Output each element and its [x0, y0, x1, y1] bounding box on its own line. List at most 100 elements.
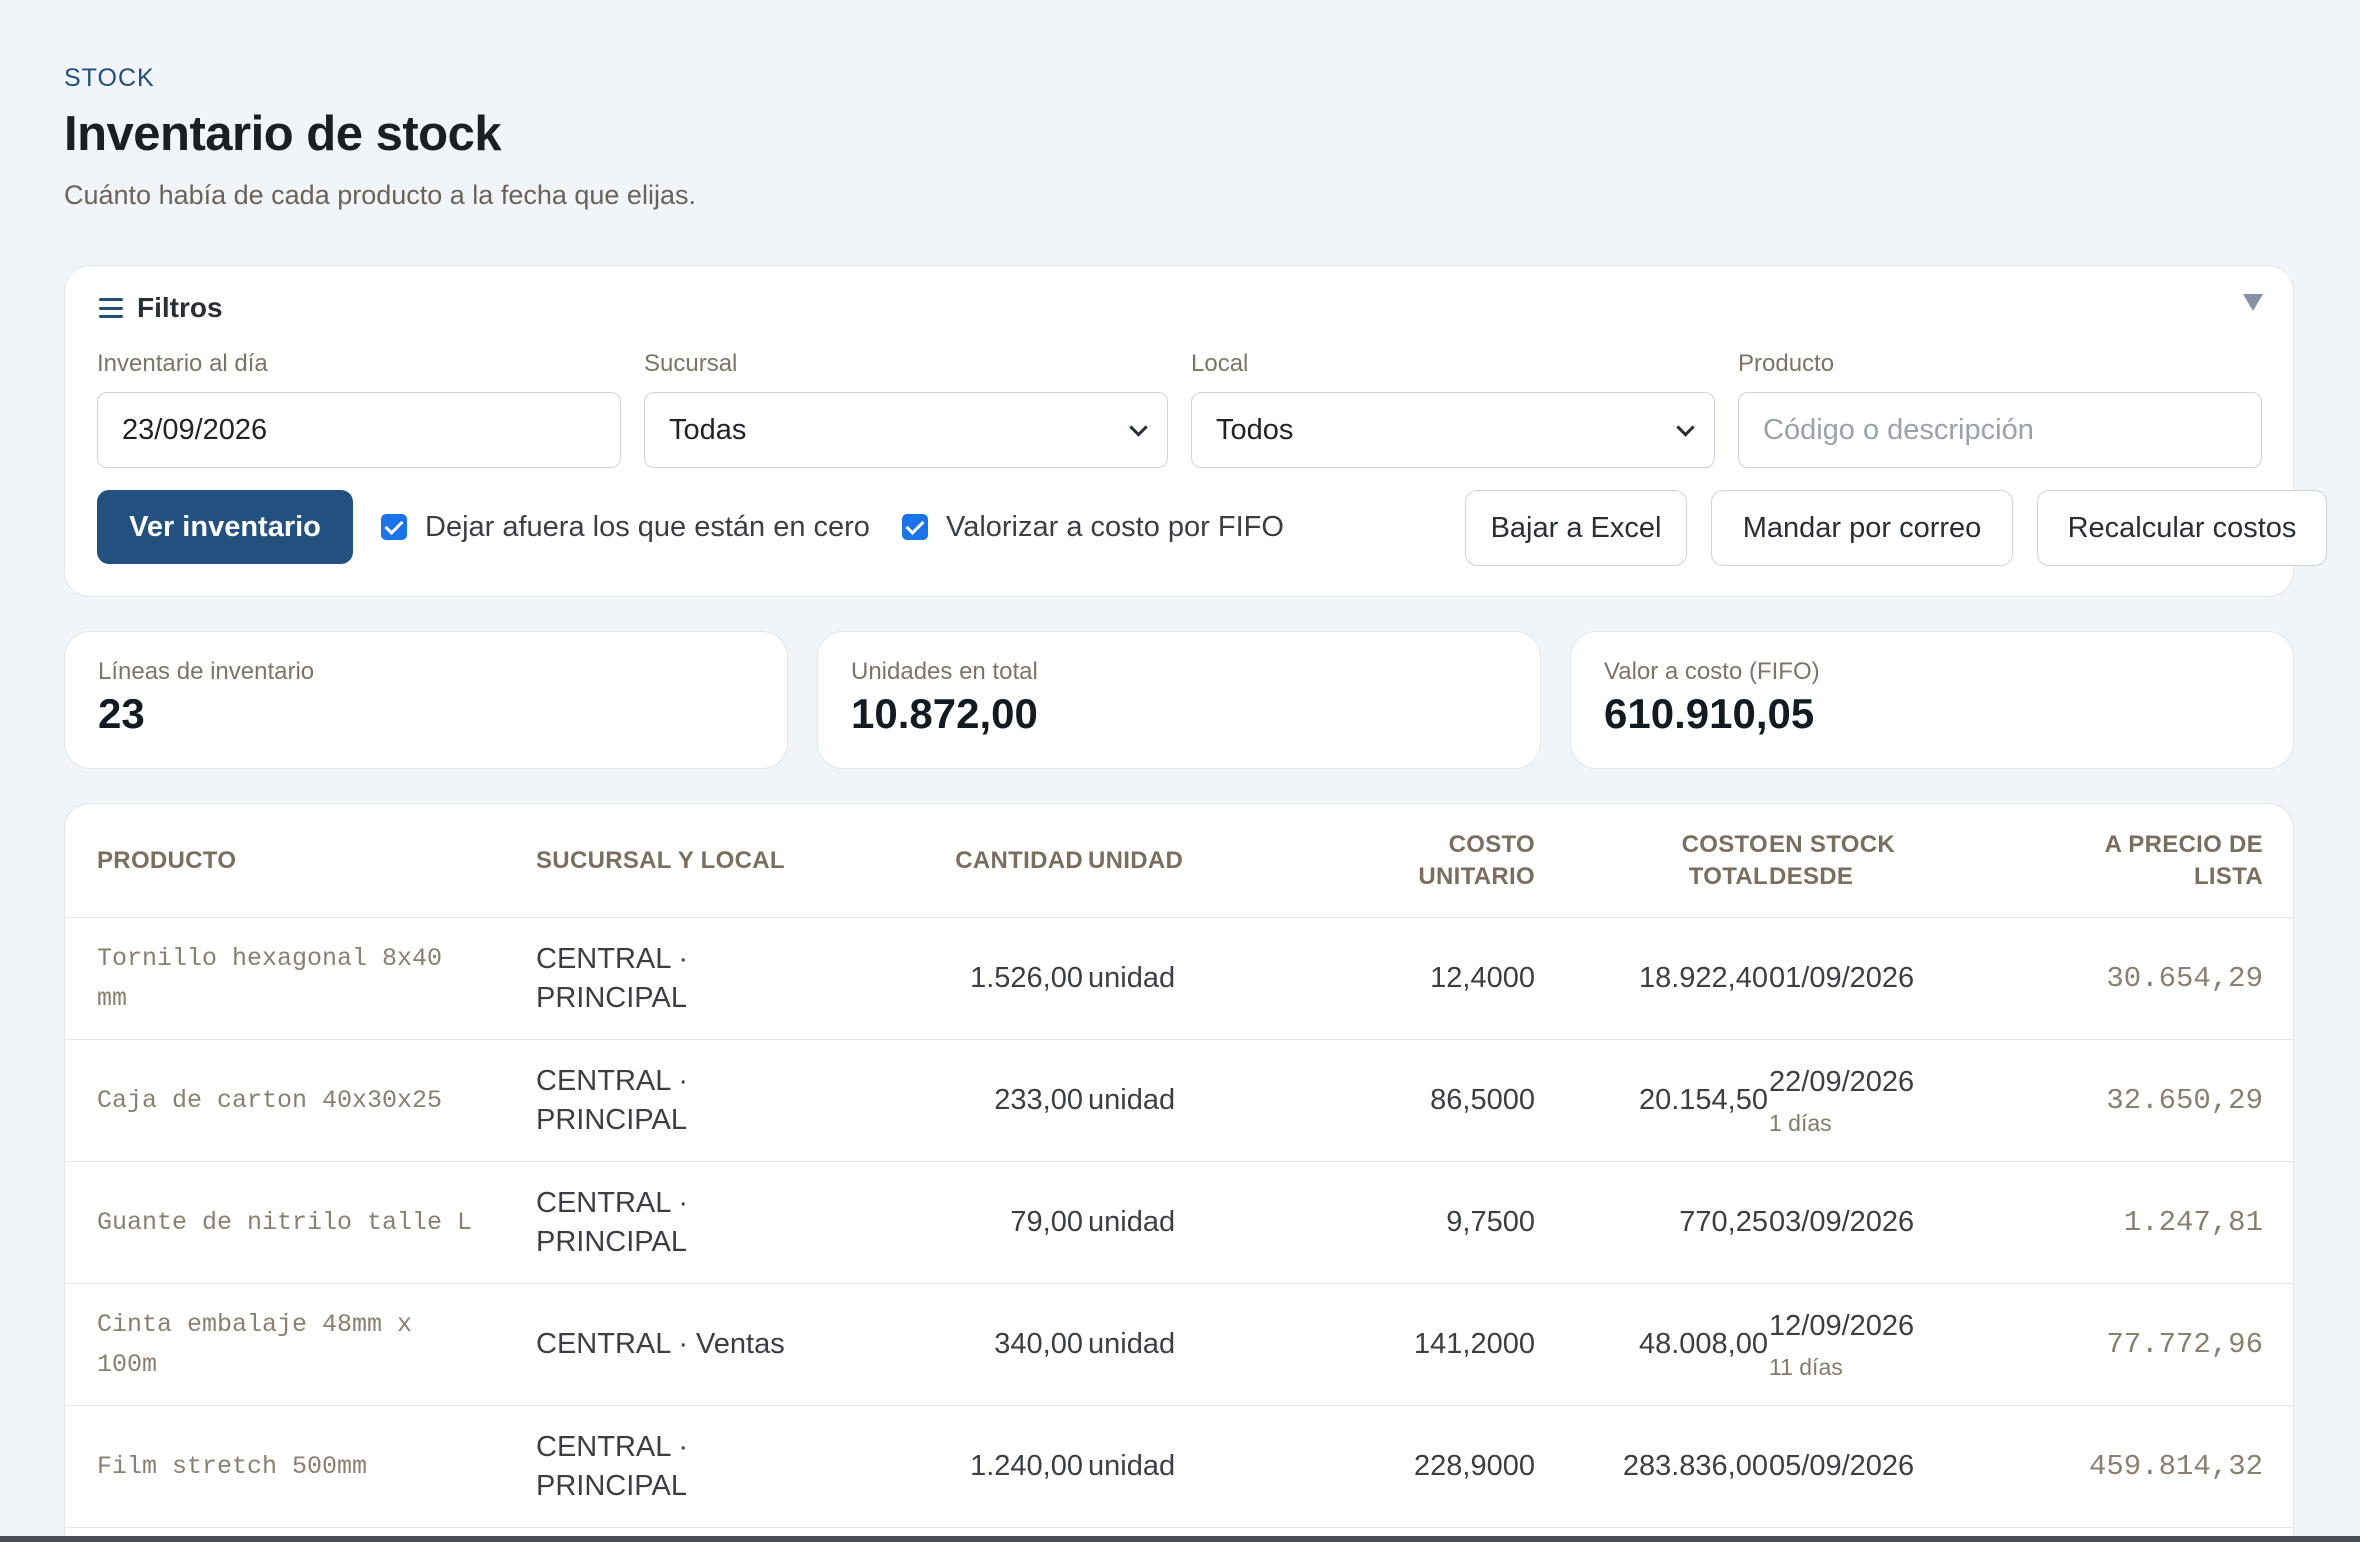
cell-quantity: 79,00	[1010, 1206, 1083, 1239]
cell-unit: unidad	[1088, 1206, 1176, 1239]
cell-list-price: 1.247,81	[2123, 1206, 2263, 1240]
stat-value-value: 610.910,05	[1604, 690, 1815, 737]
view-inventory-button[interactable]: Ver inventario	[97, 490, 353, 564]
cell-unit-cost: 12,4000	[1430, 962, 1535, 995]
stat-value-label: Valor a costo (FIFO)	[1604, 658, 1820, 685]
cell-branch-location: CENTRAL · PRINCIPAL	[536, 1430, 688, 1502]
col-header-branch-location[interactable]: SUCURSAL Y LOCAL	[536, 804, 836, 918]
col-header-list-price[interactable]: A PRECIO DE LISTA	[2035, 804, 2263, 918]
cell-list-price: 32.650,29	[2106, 1084, 2263, 1118]
col-header-in-stock-since[interactable]: EN STOCK DESDE	[1769, 804, 2029, 918]
cell-product: Cinta embalaje 48mm x 100m	[97, 1310, 413, 1379]
table-row[interactable]: Film stretch 500mm CENTRAL · PRINCIPAL 1.2…	[65, 1406, 2293, 1528]
location-select-value: Todos	[1216, 413, 1294, 446]
cell-product: Caja de carton 40x30x25	[97, 1086, 443, 1115]
cell-product: Guante de nitrilo talle L	[97, 1208, 473, 1237]
stat-card-lines: Líneas de inventario 23	[64, 631, 788, 769]
col-header-quantity[interactable]: CANTIDAD	[825, 804, 1083, 918]
cell-total-cost: 48.008,00	[1638, 1328, 1768, 1361]
col-header-unit[interactable]: UNIDAD	[1088, 804, 1268, 918]
cell-since-days: 11 días	[1769, 1354, 1843, 1381]
branch-select-value: Todas	[669, 413, 747, 446]
cell-product: Film stretch 500mm	[97, 1452, 368, 1481]
cell-in-stock-since: 22/09/2026 1 días	[1769, 1040, 2029, 1162]
cell-in-stock-since: 05/09/2026	[1769, 1406, 2029, 1528]
cell-since-days: 1 días	[1769, 1110, 1832, 1137]
product-field-label: Producto	[1738, 350, 1835, 377]
fifo-checkbox[interactable]	[902, 514, 928, 540]
page-subtitle: Cuánto había de cada producto a la fecha…	[64, 180, 696, 210]
filters-title: Filtros	[137, 292, 223, 323]
stat-units-label: Unidades en total	[851, 658, 1038, 685]
cell-unit: unidad	[1088, 1450, 1176, 1483]
product-field: Producto Código o descripción	[1738, 350, 2262, 468]
cell-unit: unidad	[1088, 1328, 1176, 1361]
filters-panel: Filtros Inventario al día 23/09/2026 Suc…	[64, 265, 2327, 597]
cell-quantity: 1.526,00	[970, 962, 1083, 995]
cell-branch-location: CENTRAL · PRINCIPAL	[536, 1186, 688, 1258]
col-header-unit-cost[interactable]: COSTO UNITARIO	[1285, 804, 1535, 918]
location-field: Local Todos	[1191, 350, 1715, 468]
cell-total-cost: 20.154,50	[1638, 1084, 1768, 1117]
section-eyebrow: STOCK	[64, 64, 155, 92]
cell-quantity: 1.240,00	[970, 1450, 1083, 1483]
send-email-button[interactable]: Mandar por correo	[1711, 490, 2013, 566]
cell-branch-location: CENTRAL · Ventas	[536, 1328, 785, 1361]
table-row[interactable]: Guante de nitrilo talle L CENTRAL · PRINC…	[65, 1162, 2293, 1284]
cell-quantity: 340,00	[994, 1328, 1083, 1361]
cell-unit-cost: 228,9000	[1414, 1450, 1535, 1483]
stat-lines-label: Líneas de inventario	[98, 658, 315, 685]
location-select[interactable]: Todos	[1191, 392, 1715, 468]
branch-field-label: Sucursal	[644, 350, 738, 377]
fifo-toggle[interactable]: Valorizar a costo por FIFO	[902, 490, 1284, 564]
cell-since-date: 12/09/2026	[1769, 1309, 1915, 1342]
table-row[interactable]: Cinta embalaje 48mm x 100m CENTRAL · Vent…	[65, 1284, 2293, 1406]
cell-branch-location: CENTRAL · PRINCIPAL	[536, 942, 688, 1014]
product-search-input[interactable]: Código o descripción	[1738, 392, 2262, 468]
exclude-zero-toggle[interactable]: Dejar afuera los que están en cero	[381, 490, 870, 564]
stat-card-value: Valor a costo (FIFO) 610.910,05	[1570, 631, 2294, 769]
cell-quantity: 233,00	[994, 1084, 1083, 1117]
branch-select[interactable]: Todas	[644, 392, 1168, 468]
cell-unit: unidad	[1088, 1084, 1176, 1117]
cell-unit-cost: 141,2000	[1414, 1328, 1535, 1361]
inventory-table: PRODUCTO SUCURSAL Y LOCAL CANTIDAD UNIDA…	[64, 803, 2294, 1542]
page-title: Inventario de stock	[64, 107, 502, 161]
recalculate-costs-button[interactable]: Recalcular costos	[2037, 490, 2327, 566]
cell-in-stock-since: 12/09/2026 11 días	[1769, 1284, 2029, 1406]
cell-since-date: 03/09/2026	[1769, 1206, 1915, 1239]
col-header-product[interactable]: PRODUCTO	[97, 804, 477, 918]
cell-in-stock-since: 01/09/2026	[1769, 918, 2029, 1040]
branch-field: Sucursal Todas	[644, 350, 1168, 468]
cell-list-price: 30.654,29	[2106, 962, 2263, 996]
filter-menu-icon	[99, 298, 123, 318]
exclude-zero-checkbox[interactable]	[381, 514, 407, 540]
date-field: Inventario al día 23/09/2026	[97, 350, 621, 468]
filter-actions: Ver inventario Dejar afuera los que está…	[97, 490, 2327, 566]
fifo-label: Valorizar a costo por FIFO	[946, 510, 1284, 543]
cell-total-cost: 18.922,40	[1638, 962, 1768, 995]
cell-since-date: 05/09/2026	[1769, 1450, 1915, 1483]
stat-card-units: Unidades en total 10.872,00	[817, 631, 1541, 769]
cell-in-stock-since: 03/09/2026	[1769, 1162, 2029, 1284]
cell-unit-cost: 86,5000	[1430, 1084, 1535, 1117]
exclude-zero-label: Dejar afuera los que están en cero	[425, 510, 870, 543]
cell-unit: unidad	[1088, 962, 1176, 995]
date-input[interactable]: 23/09/2026	[97, 392, 621, 468]
location-field-label: Local	[1191, 350, 1249, 377]
table-row[interactable]: Tornillo hexagonal 8x40 mm CENTRAL · PRIN…	[65, 918, 2293, 1040]
cell-total-cost: 283.836,00	[1622, 1450, 1768, 1483]
cell-since-date: 22/09/2026	[1769, 1065, 1915, 1098]
collapse-triangle-icon[interactable]	[2243, 294, 2263, 311]
table-row[interactable]: Caja de carton 40x30x25 CENTRAL · PRINCIP…	[65, 1040, 2293, 1162]
cell-list-price: 459.814,32	[2088, 1450, 2263, 1484]
cell-list-price: 77.772,96	[2106, 1328, 2263, 1362]
date-field-label: Inventario al día	[97, 350, 268, 377]
cell-branch-location: CENTRAL · PRINCIPAL	[536, 1064, 688, 1136]
filters-header[interactable]: Filtros	[99, 292, 223, 324]
export-excel-button[interactable]: Bajar a Excel	[1465, 490, 1687, 566]
col-header-total-cost[interactable]: COSTO TOTAL	[1545, 804, 1768, 918]
stat-lines-value: 23	[98, 690, 145, 737]
cell-product: Tornillo hexagonal 8x40 mm	[97, 944, 443, 1013]
cell-total-cost: 770,25	[1679, 1206, 1768, 1239]
